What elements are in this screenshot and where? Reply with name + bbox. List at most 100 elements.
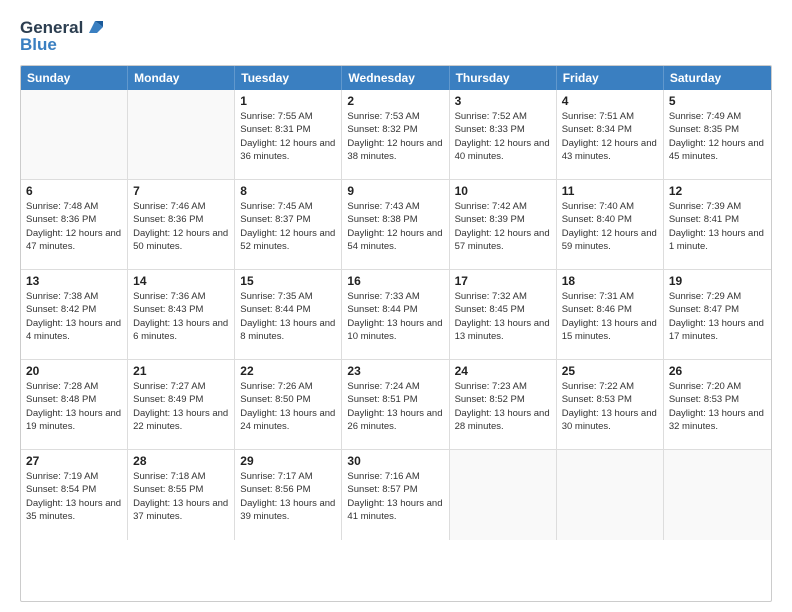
day-number: 16	[347, 274, 443, 288]
empty-cell-0-0	[21, 90, 128, 179]
day-cell-3: 3 Sunrise: 7:52 AMSunset: 8:33 PMDaylight…	[450, 90, 557, 179]
day-cell-7: 7 Sunrise: 7:46 AMSunset: 8:36 PMDaylight…	[128, 180, 235, 269]
logo-icon	[85, 17, 105, 37]
day-info: Sunrise: 7:28 AMSunset: 8:48 PMDaylight:…	[26, 380, 122, 433]
day-number: 28	[133, 454, 229, 468]
week-row-3: 20 Sunrise: 7:28 AMSunset: 8:48 PMDayligh…	[21, 360, 771, 450]
day-info: Sunrise: 7:24 AMSunset: 8:51 PMDaylight:…	[347, 380, 443, 433]
day-number: 22	[240, 364, 336, 378]
day-info: Sunrise: 7:19 AMSunset: 8:54 PMDaylight:…	[26, 470, 122, 523]
empty-cell-4-5	[557, 450, 664, 540]
day-number: 3	[455, 94, 551, 108]
day-info: Sunrise: 7:36 AMSunset: 8:43 PMDaylight:…	[133, 290, 229, 343]
day-cell-19: 19 Sunrise: 7:29 AMSunset: 8:47 PMDayligh…	[664, 270, 771, 359]
day-number: 14	[133, 274, 229, 288]
page: General Blue SundayMondayTuesdayWednesda…	[0, 0, 792, 612]
day-info: Sunrise: 7:46 AMSunset: 8:36 PMDaylight:…	[133, 200, 229, 253]
week-row-2: 13 Sunrise: 7:38 AMSunset: 8:42 PMDayligh…	[21, 270, 771, 360]
day-number: 7	[133, 184, 229, 198]
day-cell-2: 2Sunrise: 7:53 AMSunset: 8:32 PMDaylight…	[342, 90, 449, 179]
day-cell-8: 8 Sunrise: 7:45 AMSunset: 8:37 PMDaylight…	[235, 180, 342, 269]
day-number: 21	[133, 364, 229, 378]
day-cell-20: 20 Sunrise: 7:28 AMSunset: 8:48 PMDayligh…	[21, 360, 128, 449]
day-info: Sunrise: 7:33 AMSunset: 8:44 PMDaylight:…	[347, 290, 443, 343]
day-cell-1: 1Sunrise: 7:55 AMSunset: 8:31 PMDaylight…	[235, 90, 342, 179]
day-info: Sunrise: 7:29 AMSunset: 8:47 PMDaylight:…	[669, 290, 766, 343]
day-number: 4	[562, 94, 658, 108]
header-day-friday: Friday	[557, 66, 664, 90]
week-row-0: 1Sunrise: 7:55 AMSunset: 8:31 PMDaylight…	[21, 90, 771, 180]
day-info: Sunrise: 7:35 AMSunset: 8:44 PMDaylight:…	[240, 290, 336, 343]
day-cell-25: 25 Sunrise: 7:22 AMSunset: 8:53 PMDayligh…	[557, 360, 664, 449]
day-cell-5: 5Sunrise: 7:49 AMSunset: 8:35 PMDaylight…	[664, 90, 771, 179]
week-row-1: 6Sunrise: 7:48 AMSunset: 8:36 PMDaylight…	[21, 180, 771, 270]
day-cell-17: 17 Sunrise: 7:32 AMSunset: 8:45 PMDayligh…	[450, 270, 557, 359]
day-info: Sunrise: 7:40 AMSunset: 8:40 PMDaylight:…	[562, 200, 658, 253]
day-number: 27	[26, 454, 122, 468]
day-cell-11: 11 Sunrise: 7:40 AMSunset: 8:40 PMDayligh…	[557, 180, 664, 269]
header-day-tuesday: Tuesday	[235, 66, 342, 90]
day-number: 23	[347, 364, 443, 378]
day-info: Sunrise: 7:20 AMSunset: 8:53 PMDaylight:…	[669, 380, 766, 433]
day-number: 25	[562, 364, 658, 378]
empty-cell-4-6	[664, 450, 771, 540]
calendar-header: SundayMondayTuesdayWednesdayThursdayFrid…	[21, 66, 771, 90]
day-cell-23: 23 Sunrise: 7:24 AMSunset: 8:51 PMDayligh…	[342, 360, 449, 449]
day-info: Sunrise: 7:42 AMSunset: 8:39 PMDaylight:…	[455, 200, 551, 253]
day-cell-12: 12Sunrise: 7:39 AMSunset: 8:41 PMDayligh…	[664, 180, 771, 269]
day-cell-21: 21 Sunrise: 7:27 AMSunset: 8:49 PMDayligh…	[128, 360, 235, 449]
day-number: 17	[455, 274, 551, 288]
day-info: Sunrise: 7:45 AMSunset: 8:37 PMDaylight:…	[240, 200, 336, 253]
day-cell-26: 26Sunrise: 7:20 AMSunset: 8:53 PMDayligh…	[664, 360, 771, 449]
day-cell-22: 22 Sunrise: 7:26 AMSunset: 8:50 PMDayligh…	[235, 360, 342, 449]
day-cell-13: 13 Sunrise: 7:38 AMSunset: 8:42 PMDayligh…	[21, 270, 128, 359]
day-info: Sunrise: 7:27 AMSunset: 8:49 PMDaylight:…	[133, 380, 229, 433]
header-day-monday: Monday	[128, 66, 235, 90]
day-info: Sunrise: 7:17 AMSunset: 8:56 PMDaylight:…	[240, 470, 336, 523]
day-cell-24: 24 Sunrise: 7:23 AMSunset: 8:52 PMDayligh…	[450, 360, 557, 449]
day-cell-14: 14 Sunrise: 7:36 AMSunset: 8:43 PMDayligh…	[128, 270, 235, 359]
calendar-body: 1Sunrise: 7:55 AMSunset: 8:31 PMDaylight…	[21, 90, 771, 540]
empty-cell-0-1	[128, 90, 235, 179]
day-cell-30: 30 Sunrise: 7:16 AMSunset: 8:57 PMDayligh…	[342, 450, 449, 540]
day-cell-18: 18Sunrise: 7:31 AMSunset: 8:46 PMDayligh…	[557, 270, 664, 359]
day-info: Sunrise: 7:53 AMSunset: 8:32 PMDaylight:…	[347, 110, 443, 163]
day-number: 10	[455, 184, 551, 198]
day-info: Sunrise: 7:16 AMSunset: 8:57 PMDaylight:…	[347, 470, 443, 523]
day-cell-9: 9Sunrise: 7:43 AMSunset: 8:38 PMDaylight…	[342, 180, 449, 269]
day-info: Sunrise: 7:32 AMSunset: 8:45 PMDaylight:…	[455, 290, 551, 343]
day-info: Sunrise: 7:23 AMSunset: 8:52 PMDaylight:…	[455, 380, 551, 433]
day-info: Sunrise: 7:39 AMSunset: 8:41 PMDaylight:…	[669, 200, 766, 253]
day-number: 11	[562, 184, 658, 198]
day-info: Sunrise: 7:52 AMSunset: 8:33 PMDaylight:…	[455, 110, 551, 163]
day-number: 30	[347, 454, 443, 468]
week-row-4: 27 Sunrise: 7:19 AMSunset: 8:54 PMDayligh…	[21, 450, 771, 540]
day-cell-10: 10 Sunrise: 7:42 AMSunset: 8:39 PMDayligh…	[450, 180, 557, 269]
empty-cell-4-4	[450, 450, 557, 540]
day-number: 20	[26, 364, 122, 378]
day-number: 18	[562, 274, 658, 288]
logo-text-blue: Blue	[20, 35, 105, 55]
day-info: Sunrise: 7:51 AMSunset: 8:34 PMDaylight:…	[562, 110, 658, 163]
day-info: Sunrise: 7:26 AMSunset: 8:50 PMDaylight:…	[240, 380, 336, 433]
calendar: SundayMondayTuesdayWednesdayThursdayFrid…	[20, 65, 772, 602]
day-number: 1	[240, 94, 336, 108]
day-info: Sunrise: 7:18 AMSunset: 8:55 PMDaylight:…	[133, 470, 229, 523]
header-day-thursday: Thursday	[450, 66, 557, 90]
day-number: 13	[26, 274, 122, 288]
day-cell-15: 15 Sunrise: 7:35 AMSunset: 8:44 PMDayligh…	[235, 270, 342, 359]
header-day-sunday: Sunday	[21, 66, 128, 90]
day-number: 29	[240, 454, 336, 468]
day-cell-27: 27 Sunrise: 7:19 AMSunset: 8:54 PMDayligh…	[21, 450, 128, 540]
day-number: 5	[669, 94, 766, 108]
day-number: 8	[240, 184, 336, 198]
day-info: Sunrise: 7:38 AMSunset: 8:42 PMDaylight:…	[26, 290, 122, 343]
day-number: 9	[347, 184, 443, 198]
day-number: 15	[240, 274, 336, 288]
day-number: 24	[455, 364, 551, 378]
day-cell-16: 16 Sunrise: 7:33 AMSunset: 8:44 PMDayligh…	[342, 270, 449, 359]
day-number: 19	[669, 274, 766, 288]
day-info: Sunrise: 7:22 AMSunset: 8:53 PMDaylight:…	[562, 380, 658, 433]
header-day-wednesday: Wednesday	[342, 66, 449, 90]
day-info: Sunrise: 7:48 AMSunset: 8:36 PMDaylight:…	[26, 200, 122, 253]
